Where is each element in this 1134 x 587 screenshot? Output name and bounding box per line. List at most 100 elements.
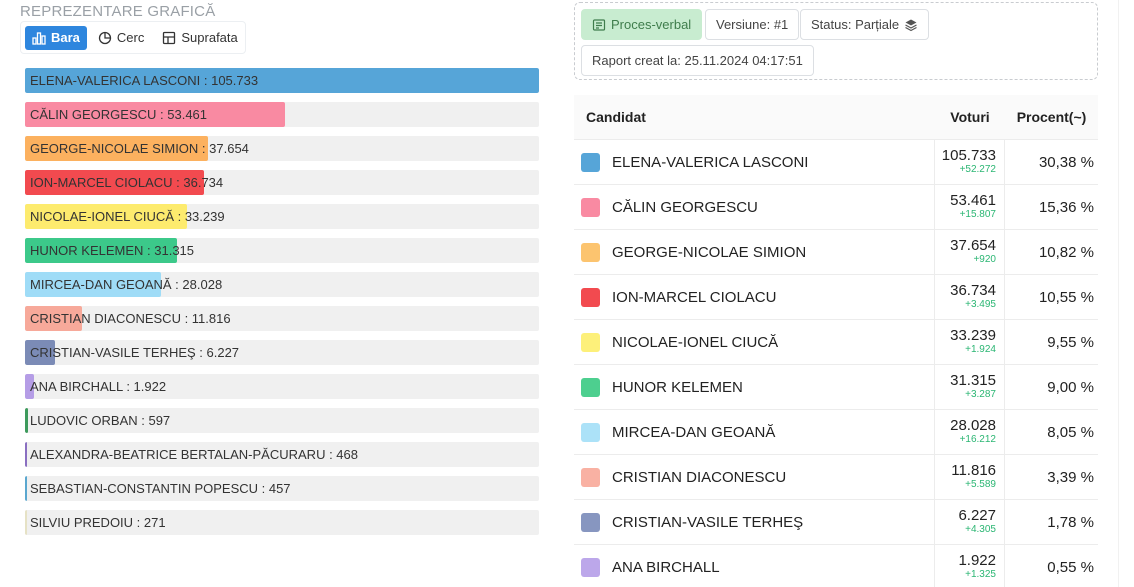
bar-row[interactable]: NICOLAE-IONEL CIUCĂ : 33.239: [25, 204, 539, 229]
percent-cell: 0,55 %: [1047, 558, 1094, 576]
view-area-label: Suprafata: [181, 30, 238, 45]
votes-cell: 31.315 +3.287: [935, 365, 1005, 409]
bar-mark: [25, 476, 28, 501]
chart-section-title: REPREZENTARE GRAFICĂ: [20, 3, 216, 20]
votes-value: 36.734: [950, 282, 996, 299]
votes-delta: +5.589: [965, 479, 996, 490]
table-row[interactable]: GEORGE-NICOLAE SIMION 37.654 +920 10,82 %: [574, 230, 1098, 275]
bar-mark: [25, 408, 28, 433]
color-swatch: [581, 197, 600, 217]
bar-row[interactable]: CRISTIAN-VASILE TERHEŞ : 6.227: [25, 340, 539, 365]
bar-label: ION-MARCEL CIOLACU : 36.734: [30, 175, 224, 190]
votes-delta: +1.325: [965, 569, 996, 580]
votes-value: 37.654: [950, 237, 996, 254]
bar-row[interactable]: ION-MARCEL CIOLACU : 36.734: [25, 170, 539, 195]
bar-row[interactable]: ALEXANDRA-BEATRICE BERTALAN-PĂCURARU : 4…: [25, 442, 539, 467]
bar-row[interactable]: ELENA-VALERICA LASCONI : 105.733: [25, 68, 539, 93]
header-candidat[interactable]: Candidat: [574, 109, 935, 125]
bar-mark: [25, 510, 27, 535]
candidate-name: CĂLIN GEORGESCU: [612, 198, 758, 216]
votes-delta: +15.807: [959, 209, 996, 220]
proces-verbal-button[interactable]: Proces-verbal: [581, 9, 703, 40]
candidate-cell: NICOLAE-IONEL CIUCĂ: [574, 320, 935, 364]
percent-cell: 10,82 %: [1038, 243, 1094, 261]
candidate-name: ELENA-VALERICA LASCONI: [612, 153, 809, 171]
status-label: Status: Parțiale: [811, 17, 900, 32]
color-swatch: [581, 377, 600, 397]
version-badge: Versiune: #1: [705, 9, 800, 40]
candidate-cell: ION-MARCEL CIOLACU: [574, 275, 935, 319]
bar-row[interactable]: HUNOR KELEMEN : 31.315: [25, 238, 539, 263]
votes-value: 33.239: [950, 327, 996, 344]
header-procent[interactable]: Procent(~): [1005, 109, 1098, 125]
bar-label: ANA BIRCHALL : 1.922: [30, 379, 167, 394]
table-row[interactable]: CĂLIN GEORGESCU 53.461 +15.807 15,36 %: [574, 185, 1098, 230]
bar-label: LUDOVIC ORBAN : 597: [30, 413, 171, 428]
candidate-cell: HUNOR KELEMEN: [574, 365, 935, 409]
table-row[interactable]: ELENA-VALERICA LASCONI 105.733 +52.272 30,3…: [574, 140, 1098, 185]
view-area-button[interactable]: Suprafata: [155, 26, 244, 50]
color-swatch: [581, 152, 600, 172]
votes-cell: 36.734 +3.495: [935, 275, 1005, 319]
table-row[interactable]: NICOLAE-IONEL CIUCĂ 33.239 +1.924 9,55 %: [574, 320, 1098, 365]
bar-row[interactable]: ANA BIRCHALL : 1.922: [25, 374, 539, 399]
candidate-name: MIRCEA-DAN GEOANĂ: [612, 423, 776, 441]
layers-icon: [905, 19, 917, 31]
votes-cell: 28.028 +16.212: [935, 410, 1005, 454]
percent-cell: 10,55 %: [1038, 288, 1094, 306]
votes-value: 31.315: [950, 372, 996, 389]
votes-value: 1.922: [958, 552, 996, 569]
results-panel: Proces-verbal Versiune: #1 Status: Parți…: [574, 0, 1134, 587]
votes-cell: 6.227 +4.305: [935, 500, 1005, 544]
color-swatch: [581, 557, 600, 577]
votes-delta: +920: [973, 254, 996, 265]
report-created-badge: Raport creat la: 25.11.2024 04:17:51: [581, 45, 814, 76]
bar-label: ELENA-VALERICA LASCONI : 105.733: [30, 73, 259, 88]
bar-mark: [25, 442, 28, 467]
votes-delta: +16.212: [959, 434, 996, 445]
version-label: Versiune: #1: [716, 17, 789, 32]
votes-value: 11.816: [951, 462, 996, 479]
table-body: ELENA-VALERICA LASCONI 105.733 +52.272 30,3…: [574, 140, 1098, 587]
votes-value: 53.461: [950, 192, 996, 209]
chart-type-switch: Bara Cerc Suprafata: [20, 21, 246, 54]
table-row[interactable]: CRISTIAN DIACONESCU 11.816 +5.589 3,39 %: [574, 455, 1098, 500]
candidate-name: ION-MARCEL CIOLACU: [612, 288, 777, 306]
percent-cell: 8,05 %: [1047, 423, 1094, 441]
bar-row[interactable]: SILVIU PREDOIU : 271: [25, 510, 539, 535]
table-row[interactable]: HUNOR KELEMEN 31.315 +3.287 9,00 %: [574, 365, 1098, 410]
votes-cell: 33.239 +1.924: [935, 320, 1005, 364]
scrollbar[interactable]: [1118, 0, 1134, 587]
candidate-name: NICOLAE-IONEL CIUCĂ: [612, 333, 779, 351]
votes-value: 105.733: [941, 147, 996, 164]
percent-cell: 1,78 %: [1047, 513, 1094, 531]
bar-row[interactable]: LUDOVIC ORBAN : 597: [25, 408, 539, 433]
candidate-cell: ELENA-VALERICA LASCONI: [574, 140, 935, 184]
bar-chart-icon: [32, 31, 46, 45]
bar-row[interactable]: CRISTIAN DIACONESCU : 11.816: [25, 306, 539, 331]
view-bar-label: Bara: [51, 30, 80, 45]
pie-chart-icon: [98, 31, 112, 44]
candidate-name: HUNOR KELEMEN: [612, 378, 743, 396]
candidate-name: CRISTIAN-VASILE TERHEŞ: [612, 513, 804, 531]
votes-cell: 53.461 +15.807: [935, 185, 1005, 229]
table-row[interactable]: MIRCEA-DAN GEOANĂ 28.028 +16.212 8,05 %: [574, 410, 1098, 455]
table-row[interactable]: ION-MARCEL CIOLACU 36.734 +3.495 10,55 %: [574, 275, 1098, 320]
bar-row[interactable]: MIRCEA-DAN GEOANĂ : 28.028: [25, 272, 539, 297]
proces-verbal-label: Proces-verbal: [611, 17, 692, 32]
bar-row[interactable]: GEORGE-NICOLAE SIMION : 37.654: [25, 136, 539, 161]
votes-cell: 11.816 +5.589: [935, 455, 1005, 499]
votes-value: 6.227: [958, 507, 996, 524]
color-swatch: [581, 242, 600, 262]
table-row[interactable]: CRISTIAN-VASILE TERHEŞ 6.227 +4.305 1,78 %: [574, 500, 1098, 545]
bar-row[interactable]: SEBASTIAN-CONSTANTIN POPESCU : 457: [25, 476, 539, 501]
bar-row[interactable]: CĂLIN GEORGESCU : 53.461: [25, 102, 539, 127]
candidate-cell: CRISTIAN DIACONESCU: [574, 455, 935, 499]
header-voturi[interactable]: Voturi: [935, 109, 1005, 125]
status-badge: Status: Parțiale: [800, 9, 930, 40]
view-bar-button[interactable]: Bara: [25, 25, 87, 50]
table-row[interactable]: ANA BIRCHALL 1.922 +1.325 0,55 %: [574, 545, 1098, 587]
view-pie-button[interactable]: Cerc: [91, 26, 151, 50]
bar-label: HUNOR KELEMEN : 31.315: [30, 243, 195, 258]
bar-label: NICOLAE-IONEL CIUCĂ : 33.239: [30, 209, 225, 224]
